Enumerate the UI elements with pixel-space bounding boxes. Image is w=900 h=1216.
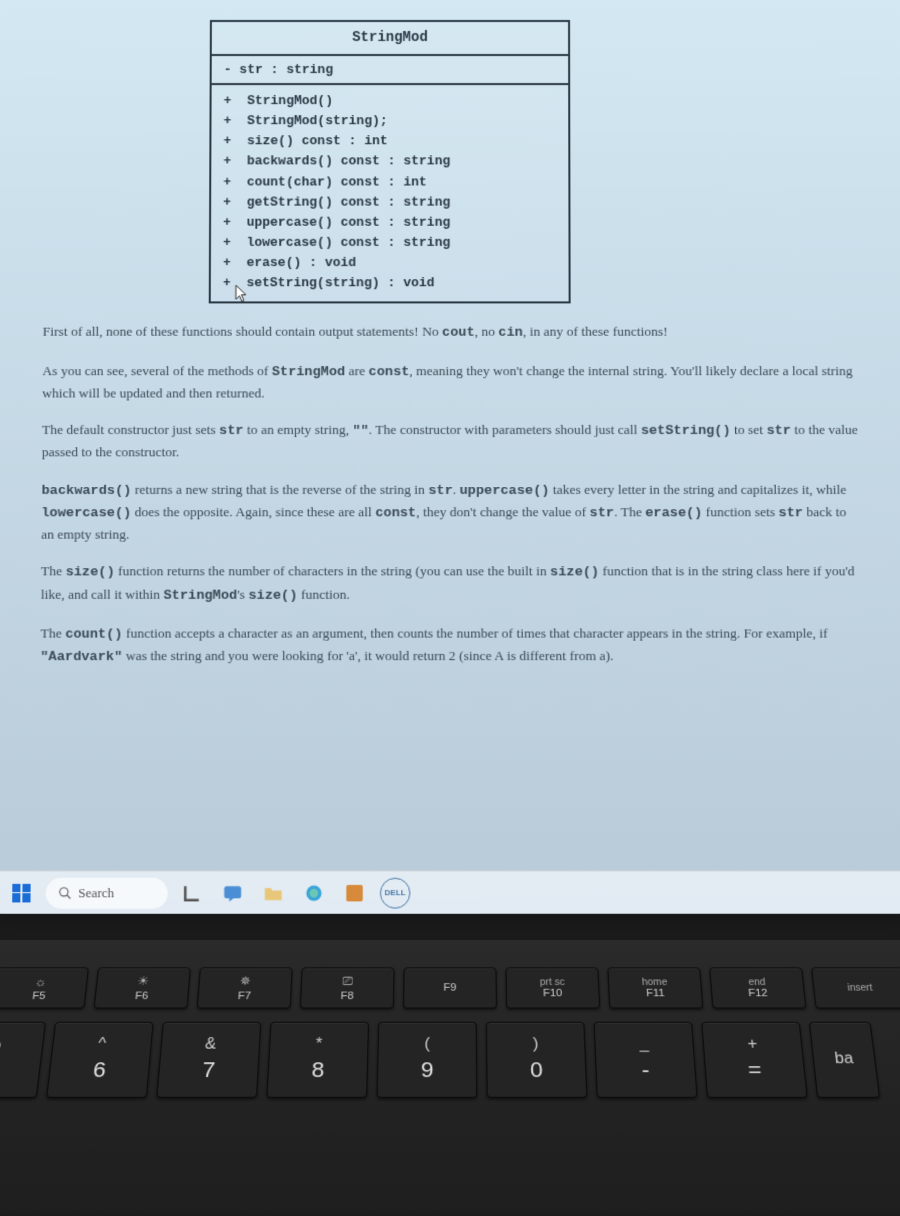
key-f8[interactable]: ⎚ F8 xyxy=(300,967,395,1008)
edge-icon xyxy=(304,882,324,903)
document-content: StringMod - str : string + StringMod() +… xyxy=(0,0,900,695)
taskbar-app-icon[interactable] xyxy=(298,876,331,909)
key-backspace[interactable]: ba xyxy=(809,1022,880,1098)
number-key-row: % 5 ^ 6 & 7 * 8 ( 9 ) 0 _ - + = xyxy=(0,1022,900,1098)
uml-method: + setString(string) : void xyxy=(223,273,557,293)
folder-icon xyxy=(263,883,283,902)
taskbar-app-icon[interactable] xyxy=(176,876,209,909)
uml-method: + count(char) const : int xyxy=(223,172,556,192)
key-f9[interactable]: F9 xyxy=(403,967,497,1008)
uml-class-name: StringMod xyxy=(212,22,568,56)
laptop-keyboard: ☼ F5 ☀ F6 ✵ F7 ⎚ F8 F9 prt sc F10 home F… xyxy=(0,940,900,1216)
dell-logo-icon: DELL xyxy=(380,877,410,908)
paragraph: The size() function returns the number o… xyxy=(41,562,860,607)
chat-icon xyxy=(222,883,242,902)
uml-methods: + StringMod() + StringMod(string); + siz… xyxy=(211,85,569,302)
key-9[interactable]: ( 9 xyxy=(377,1022,478,1098)
uml-method: + StringMod(string); xyxy=(223,111,556,131)
uml-method: + size() const : int xyxy=(223,132,556,152)
key-f11[interactable]: home F11 xyxy=(607,967,703,1008)
uml-method: + erase() : void xyxy=(223,253,557,273)
uml-method: + getString() const : string xyxy=(223,192,556,212)
key-f6[interactable]: ☀ F6 xyxy=(94,967,191,1008)
key-f12[interactable]: end F12 xyxy=(709,967,806,1008)
paragraph: As you can see, several of the methods o… xyxy=(42,361,858,404)
uml-attribute: - str : string xyxy=(212,56,569,85)
taskbar-search[interactable]: Search xyxy=(46,877,168,908)
uml-method: + backwards() const : string xyxy=(223,152,556,172)
start-button[interactable] xyxy=(5,876,38,909)
search-placeholder: Search xyxy=(78,884,114,900)
uml-class-diagram: StringMod - str : string + StringMod() +… xyxy=(209,20,571,304)
document-body: First of all, none of these functions sh… xyxy=(25,322,875,669)
key-7[interactable]: & 7 xyxy=(156,1022,261,1098)
windows-logo-icon xyxy=(12,883,30,902)
uml-method: + lowercase() const : string xyxy=(223,233,556,253)
paragraph: First of all, none of these functions sh… xyxy=(43,322,858,344)
key-6[interactable]: ^ 6 xyxy=(46,1022,154,1098)
uml-method: + StringMod() xyxy=(224,91,557,111)
taskbar-app-icon[interactable] xyxy=(338,876,371,909)
project-icon: ⎚ xyxy=(342,974,353,989)
paragraph: The default constructor just sets str to… xyxy=(42,420,859,463)
taskbar-app-icon[interactable] xyxy=(216,876,249,909)
key-f5[interactable]: ☼ F5 xyxy=(0,967,89,1008)
app-square-icon xyxy=(345,883,363,902)
windows-taskbar[interactable]: Search DELL xyxy=(0,871,900,914)
brightness-up-icon: ☀ xyxy=(136,974,149,989)
key-5[interactable]: % 5 xyxy=(0,1022,46,1098)
backlight-icon: ✵ xyxy=(239,974,251,989)
key-insert[interactable]: insert xyxy=(811,967,900,1008)
search-icon xyxy=(58,885,72,899)
uml-method: + uppercase() const : string xyxy=(223,213,556,233)
function-key-row: ☼ F5 ☀ F6 ✵ F7 ⎚ F8 F9 prt sc F10 home F… xyxy=(0,967,900,1008)
l-shape-icon xyxy=(182,882,202,903)
key-minus[interactable]: _ - xyxy=(594,1022,698,1098)
key-equals[interactable]: + = xyxy=(701,1022,808,1098)
paragraph: backwards() returns a new string that is… xyxy=(41,479,859,545)
key-0[interactable]: ) 0 xyxy=(486,1022,588,1098)
taskbar-app-icon[interactable] xyxy=(257,876,290,909)
key-f10[interactable]: prt sc F10 xyxy=(505,967,600,1008)
paragraph: The count() function accepts a character… xyxy=(40,623,859,668)
key-8[interactable]: * 8 xyxy=(266,1022,369,1098)
laptop-screen: StringMod - str : string + StringMod() +… xyxy=(0,0,900,914)
taskbar-app-icon[interactable]: DELL xyxy=(379,876,412,909)
key-f7[interactable]: ✵ F7 xyxy=(197,967,293,1008)
brightness-down-icon: ☼ xyxy=(34,974,48,988)
